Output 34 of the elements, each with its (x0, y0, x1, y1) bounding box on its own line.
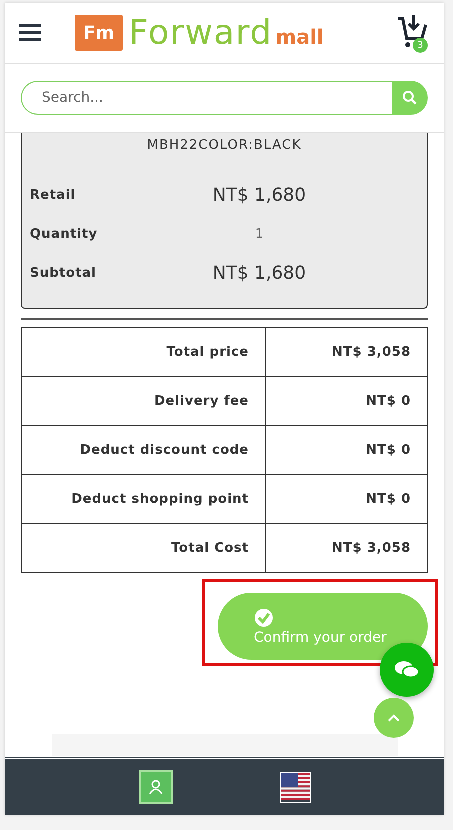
item-variant: MBH22COLOR:BLACK (146, 137, 303, 155)
logo-suffix[interactable]: mall (276, 25, 324, 49)
item-value: 1 (254, 227, 265, 242)
item-value: NT$ 1,680 (212, 263, 308, 284)
summary-value: NT$ 0 (265, 475, 427, 523)
summary-label: Total price (166, 344, 250, 362)
logo-wordmark[interactable]: Forward (129, 13, 273, 53)
menu-icon[interactable] (19, 24, 41, 42)
search-icon (402, 90, 418, 106)
account-button[interactable] (138, 770, 172, 804)
item-label: Retail (30, 188, 77, 203)
scroll-top-button[interactable] (374, 698, 414, 738)
check-icon (254, 608, 274, 628)
summary-value: NT$ 0 (265, 426, 427, 474)
item-value: NT$ 1,680 (212, 185, 308, 206)
confirm-order-button[interactable]: Confirm your order (218, 593, 428, 660)
logo-badge[interactable]: Fm (75, 15, 123, 51)
search-button[interactable] (392, 81, 428, 115)
summary-value: NT$ 0 (265, 377, 427, 425)
item-label: Quantity (30, 227, 99, 242)
summary-label: Deduct discount code (79, 442, 250, 460)
chevron-up-icon (387, 713, 401, 723)
chat-button[interactable] (380, 643, 434, 697)
summary-label: Total Cost (170, 540, 250, 558)
summary-label: Deduct shopping point (70, 490, 250, 508)
search-field[interactable]: Search... (21, 81, 392, 115)
language-button[interactable] (280, 772, 310, 802)
summary-label: Delivery fee (153, 392, 250, 410)
summary-value: NT$ 3,058 (265, 524, 427, 572)
chat-icon (394, 660, 420, 680)
user-icon (148, 779, 164, 795)
item-label: Subtotal (30, 266, 98, 281)
summary-value: NT$ 3,058 (265, 328, 427, 376)
cart-count-badge: 3 (413, 38, 428, 53)
